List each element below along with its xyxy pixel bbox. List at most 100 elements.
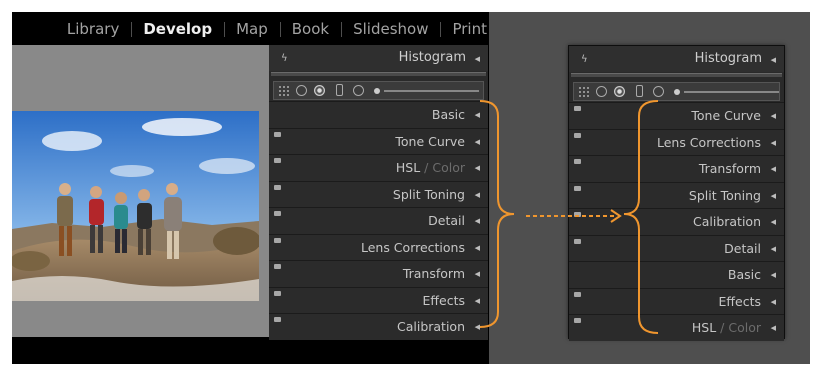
section-label: HSL / Color <box>691 320 761 335</box>
red-eye-icon[interactable] <box>314 85 325 96</box>
section-transform[interactable]: Transform ◀ <box>269 260 488 287</box>
lightroom-window: Library Develop Map Book Slideshow Print <box>12 12 489 364</box>
section-label: Detail <box>724 240 761 256</box>
collapse-triangle-icon: ◀ <box>474 164 480 172</box>
radial-filter-icon[interactable] <box>653 86 664 97</box>
panel-switch-icon[interactable] <box>574 238 581 244</box>
histogram-title: Histogram <box>694 51 762 66</box>
section-label: Effects <box>718 293 762 309</box>
develop-panel-reordered: ϟ Histogram ◀ Tone Curve ◀ Lens Correcti… <box>568 45 785 341</box>
graduated-filter-icon[interactable] <box>636 85 643 97</box>
section-label: HSL / Color <box>395 160 465 175</box>
section-calibration[interactable]: Calibration ◀ <box>569 208 784 235</box>
panel-switch-icon[interactable] <box>274 158 281 163</box>
section-lens-corrections[interactable]: Lens Corrections ◀ <box>569 128 784 155</box>
panel-switch-icon[interactable] <box>274 131 281 137</box>
collapse-triangle-icon: ◀ <box>770 324 776 332</box>
panel-switch-icon[interactable] <box>574 185 581 191</box>
adjustment-brush-icon[interactable] <box>674 89 680 95</box>
section-label: Transform <box>698 161 761 176</box>
section-label: Basic <box>431 107 465 122</box>
tool-slider[interactable] <box>384 90 479 92</box>
section-tone-curve[interactable]: Tone Curve ◀ <box>269 127 488 154</box>
panel-switch-icon[interactable] <box>274 237 281 243</box>
collapse-triangle-icon: ◀ <box>770 56 776 64</box>
section-transform[interactable]: Transform ◀ <box>569 155 784 182</box>
photo-preview <box>12 111 259 301</box>
section-detail[interactable]: Detail ◀ <box>269 207 488 234</box>
section-effects[interactable]: Effects ◀ <box>569 287 784 314</box>
panel-switch-icon[interactable] <box>274 264 281 269</box>
section-effects[interactable]: Effects ◀ <box>269 286 488 313</box>
adjustment-brush-icon[interactable] <box>374 88 380 94</box>
collapse-triangle-icon: ◀ <box>474 55 480 63</box>
histogram-header[interactable]: ϟ Histogram ◀ <box>569 46 784 72</box>
crop-overlay-icon[interactable] <box>278 85 291 96</box>
module-slideshow[interactable]: Slideshow <box>341 20 440 38</box>
collapse-triangle-icon: ◀ <box>474 111 480 119</box>
module-book[interactable]: Book <box>279 20 341 38</box>
spot-removal-icon[interactable] <box>296 85 307 96</box>
section-lens-corrections[interactable]: Lens Corrections ◀ <box>269 233 488 260</box>
collapse-triangle-icon: ◀ <box>770 271 776 279</box>
module-develop[interactable]: Develop <box>131 20 224 38</box>
section-label: Tone Curve <box>395 133 465 149</box>
collapse-triangle-icon: ◀ <box>770 138 776 147</box>
section-hsl-color[interactable]: HSL / Color ◀ <box>569 314 784 341</box>
collapse-triangle-icon: ◀ <box>770 165 776 173</box>
tool-slider[interactable] <box>684 91 779 93</box>
section-label: Detail <box>428 213 465 228</box>
panel-switch-icon[interactable] <box>274 211 281 216</box>
tool-strip <box>273 81 484 100</box>
collapse-triangle-icon: ◀ <box>474 190 480 199</box>
module-print[interactable]: Print <box>440 20 489 38</box>
section-label: Effects <box>422 292 466 308</box>
section-label: Split Toning <box>688 187 761 203</box>
section-split-toning[interactable]: Split Toning ◀ <box>569 181 784 208</box>
graduated-filter-icon[interactable] <box>336 84 343 96</box>
section-label: Basic <box>727 267 761 282</box>
module-library[interactable]: Library <box>55 20 131 38</box>
red-eye-icon[interactable] <box>614 86 625 97</box>
section-tone-curve[interactable]: Tone Curve ◀ <box>569 102 784 129</box>
section-basic[interactable]: Basic ◀ <box>569 261 784 288</box>
collapse-triangle-icon: ◀ <box>770 218 776 226</box>
section-label: Calibration <box>396 319 465 334</box>
radial-filter-icon[interactable] <box>353 85 364 96</box>
section-detail[interactable]: Detail ◀ <box>569 234 784 261</box>
panel-switch-icon[interactable] <box>274 184 281 190</box>
flash-icon: ϟ <box>281 53 288 64</box>
collapse-triangle-icon: ◀ <box>474 137 480 146</box>
section-label: Tone Curve <box>691 108 761 123</box>
photo-image <box>12 111 259 301</box>
flash-icon: ϟ <box>581 54 588 65</box>
spot-removal-icon[interactable] <box>596 86 607 97</box>
collapse-triangle-icon: ◀ <box>770 191 776 200</box>
histogram-header[interactable]: ϟ Histogram ◀ <box>269 45 488 71</box>
tool-strip <box>573 82 780 101</box>
panel-switch-icon[interactable] <box>574 212 581 217</box>
section-hsl-color[interactable]: HSL / Color ◀ <box>269 154 488 181</box>
histogram-display <box>571 73 782 77</box>
crop-overlay-icon[interactable] <box>578 86 591 97</box>
panel-sections: Tone Curve ◀ Lens Corrections ◀ Transfor… <box>569 102 784 341</box>
section-split-toning[interactable]: Split Toning ◀ <box>269 180 488 207</box>
section-label: Lens Corrections <box>656 134 761 150</box>
panel-switch-icon[interactable] <box>274 317 281 322</box>
image-canvas[interactable] <box>12 45 269 337</box>
section-basic[interactable]: Basic ◀ <box>269 101 488 128</box>
panel-switch-icon[interactable] <box>574 291 581 297</box>
panel-switch-icon[interactable] <box>574 106 581 111</box>
section-label: Lens Corrections <box>360 239 465 255</box>
collapse-triangle-icon: ◀ <box>770 297 776 306</box>
panel-switch-icon[interactable] <box>574 159 581 164</box>
panel-switch-icon[interactable] <box>274 290 281 296</box>
collapse-triangle-icon: ◀ <box>474 217 480 225</box>
histogram-title: Histogram <box>398 50 466 65</box>
collapse-triangle-icon: ◀ <box>474 323 480 331</box>
panel-switch-icon[interactable] <box>574 318 581 323</box>
section-label: Transform <box>402 266 465 281</box>
module-map[interactable]: Map <box>224 20 280 38</box>
section-calibration[interactable]: Calibration ◀ <box>269 313 488 340</box>
panel-switch-icon[interactable] <box>574 132 581 138</box>
